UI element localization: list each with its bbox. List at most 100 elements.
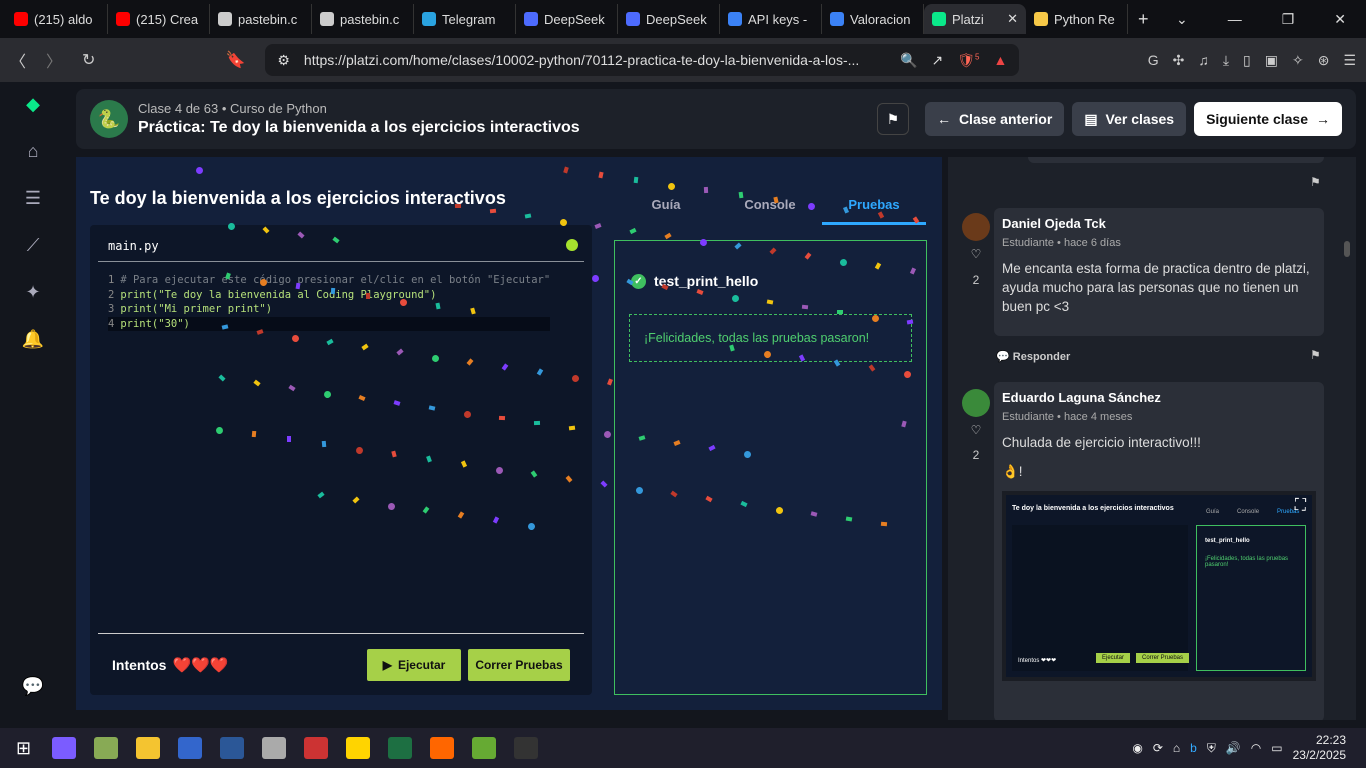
stats-icon[interactable]: ⟋ (27, 235, 40, 256)
next-class-button[interactable]: Siguiente clase → (1194, 102, 1342, 136)
puzzle-icon[interactable]: ✣ (1173, 52, 1185, 69)
browser-tab[interactable]: Python Re (1026, 4, 1128, 34)
reply-button[interactable]: 💬 Responder (996, 350, 1070, 363)
close-tab-icon[interactable]: ✕ (1007, 11, 1018, 27)
scrollbar[interactable] (1344, 241, 1350, 257)
code-line[interactable]: 4 print("30") (108, 316, 551, 331)
vpn-icon[interactable]: ⊛ (1318, 52, 1330, 69)
home-icon[interactable]: ⌂ (28, 141, 39, 162)
taskbar-app-icon[interactable] (178, 737, 203, 759)
play-icon: ▶ (382, 657, 392, 672)
brave-rewards-icon[interactable]: ▲ (994, 52, 1008, 68)
usb-icon[interactable]: ⌂ (1173, 741, 1180, 755)
platzi-logo-icon[interactable]: ◆ (26, 94, 40, 115)
confetti-piece (836, 309, 844, 315)
taskbar-app-icon[interactable] (514, 737, 539, 759)
report-flag-icon[interactable]: ⚑ (1310, 175, 1321, 189)
browser-tab[interactable]: DeepSeek (618, 4, 720, 34)
browser-tab[interactable]: Valoracion (822, 4, 924, 34)
report-flag-icon[interactable]: ⚑ (1310, 348, 1321, 362)
security-icon[interactable]: ⛨ (1207, 741, 1216, 756)
report-flag-icon[interactable]: ⚑ (876, 103, 909, 135)
translate-icon[interactable]: G (1148, 52, 1159, 69)
close-window-icon[interactable]: ✕ (1334, 11, 1346, 28)
clock[interactable]: 22:23 23/2/2025 (1293, 733, 1346, 763)
taskbar-app-icon[interactable] (388, 737, 413, 759)
code-line[interactable]: 2 print("Te doy la bienvenida al Coding P… (108, 288, 550, 303)
taskbar-app-icon[interactable] (472, 737, 497, 759)
menu-icon[interactable]: ☰ (1343, 52, 1356, 69)
browser-tab[interactable]: pastebin.c (210, 4, 312, 34)
code-editor[interactable]: main.py 1 # Para ejecutar este código pre… (90, 225, 592, 695)
like-heart-icon[interactable]: ♡ (968, 247, 984, 261)
taskbar-app-icon[interactable] (304, 737, 329, 759)
code-line[interactable]: 1 # Para ejecutar este código presionar e… (108, 273, 550, 288)
browser-tab[interactable]: Platzi ✕ (924, 4, 1026, 34)
taskbar-app-icon[interactable] (430, 737, 455, 759)
tray-sync-icon[interactable]: ⟳ (1153, 741, 1163, 755)
tray-app-icon[interactable]: ◉ (1132, 741, 1142, 755)
like-heart-icon[interactable]: ♡ (968, 423, 984, 437)
download-icon[interactable]: ⤓ (1223, 52, 1229, 69)
code-line[interactable]: 3 print("Mi primer print") (108, 302, 550, 317)
browser-tab[interactable]: (215) Crea (108, 4, 210, 34)
browser-tab[interactable]: API keys - (720, 4, 822, 34)
reload-icon[interactable]: ↻ (82, 50, 95, 70)
view-classes-button[interactable]: ▤ Ver clases (1072, 102, 1187, 136)
browser-tab[interactable]: Telegram (414, 4, 516, 34)
tab-search-icon[interactable]: ⌄ (1176, 11, 1188, 28)
prev-comment-edge (1028, 157, 1324, 163)
url-text[interactable]: https://platzi.com/home/clases/10002-pyt… (304, 52, 886, 68)
taskbar-app-icon[interactable] (220, 737, 245, 759)
tab-guia[interactable]: Guía (614, 185, 718, 225)
new-tab-icon[interactable]: + (1138, 9, 1149, 30)
maximize-icon[interactable]: ❐ (1282, 11, 1295, 28)
battery-icon[interactable]: ▭ (1271, 741, 1282, 755)
taskbar-app-icon[interactable] (94, 737, 119, 759)
comment-image[interactable]: Te doy la bienvenida a los ejercicios in… (1002, 491, 1316, 681)
sidebar-icon[interactable]: ▯ (1243, 52, 1251, 69)
share-icon[interactable]: ↗ (932, 52, 944, 69)
left-nav: ◆ ⌂ ☰ ⟋ ✦ 🔔 💬 (0, 82, 66, 728)
taskbar-app-icon[interactable] (262, 737, 287, 759)
run-tests-button[interactable]: Correr Pruebas (468, 648, 570, 681)
taskbar-app-icon[interactable] (346, 737, 371, 759)
wifi-icon[interactable]: ◠ (1251, 741, 1261, 755)
taskbar: ⊞ ◉ ⟳ ⌂ b ⛨ 🔊 ◠ ▭ 22:23 23/2/2025 (0, 728, 1366, 768)
browser-tab[interactable]: DeepSeek (516, 4, 618, 34)
confetti-piece (766, 299, 774, 305)
prev-class-button[interactable]: ← Clase anterior (924, 102, 1065, 136)
sparkle-icon[interactable]: ✦ (25, 282, 40, 303)
confetti-piece (321, 440, 327, 448)
expand-icon[interactable]: ⛶ (1295, 497, 1306, 515)
zoom-icon[interactable]: 🔍 (900, 52, 917, 69)
windows-start-icon[interactable]: ⊞ (16, 738, 31, 759)
courses-icon[interactable]: ☰ (25, 188, 41, 209)
url-bar[interactable]: ⚙ https://platzi.com/home/clases/10002-p… (265, 44, 1020, 76)
line-number: 4 (108, 317, 115, 330)
browser-tab[interactable]: pastebin.c (312, 4, 414, 34)
taskbar-app-icon[interactable] (136, 737, 161, 759)
volume-icon[interactable]: 🔊 (1226, 741, 1241, 755)
taskbar-app-icon[interactable] (52, 737, 77, 759)
back-icon[interactable]: 〈 (10, 48, 26, 72)
bookmark-icon[interactable]: 🔖 (225, 50, 245, 70)
brave-shield-icon[interactable]: 🛡5 (957, 52, 979, 69)
music-icon[interactable]: ♫ (1198, 52, 1209, 69)
browser-tab[interactable]: (215) aldo (6, 4, 108, 34)
chat-icon[interactable]: 💬 (22, 676, 44, 697)
tab-pruebas[interactable]: Pruebas (822, 185, 926, 225)
site-settings-icon[interactable]: ⚙ (277, 52, 290, 69)
bing-icon[interactable]: b (1190, 741, 1197, 755)
tab-console[interactable]: Console (718, 185, 822, 225)
forward-icon[interactable]: 〉 (46, 48, 62, 72)
minimize-icon[interactable]: — (1228, 11, 1242, 28)
course-logo-icon: 🐍 (90, 100, 128, 138)
wallet-icon[interactable]: ▣ (1265, 52, 1278, 69)
run-button[interactable]: ▶ Ejecutar (367, 648, 461, 681)
code-lines[interactable]: 1 # Para ejecutar este código presionar e… (108, 273, 551, 331)
time: 22:23 (1315, 733, 1346, 747)
confetti-piece (703, 186, 709, 194)
ai-icon[interactable]: ✧ (1292, 52, 1304, 69)
bell-icon[interactable]: 🔔 (22, 329, 44, 350)
